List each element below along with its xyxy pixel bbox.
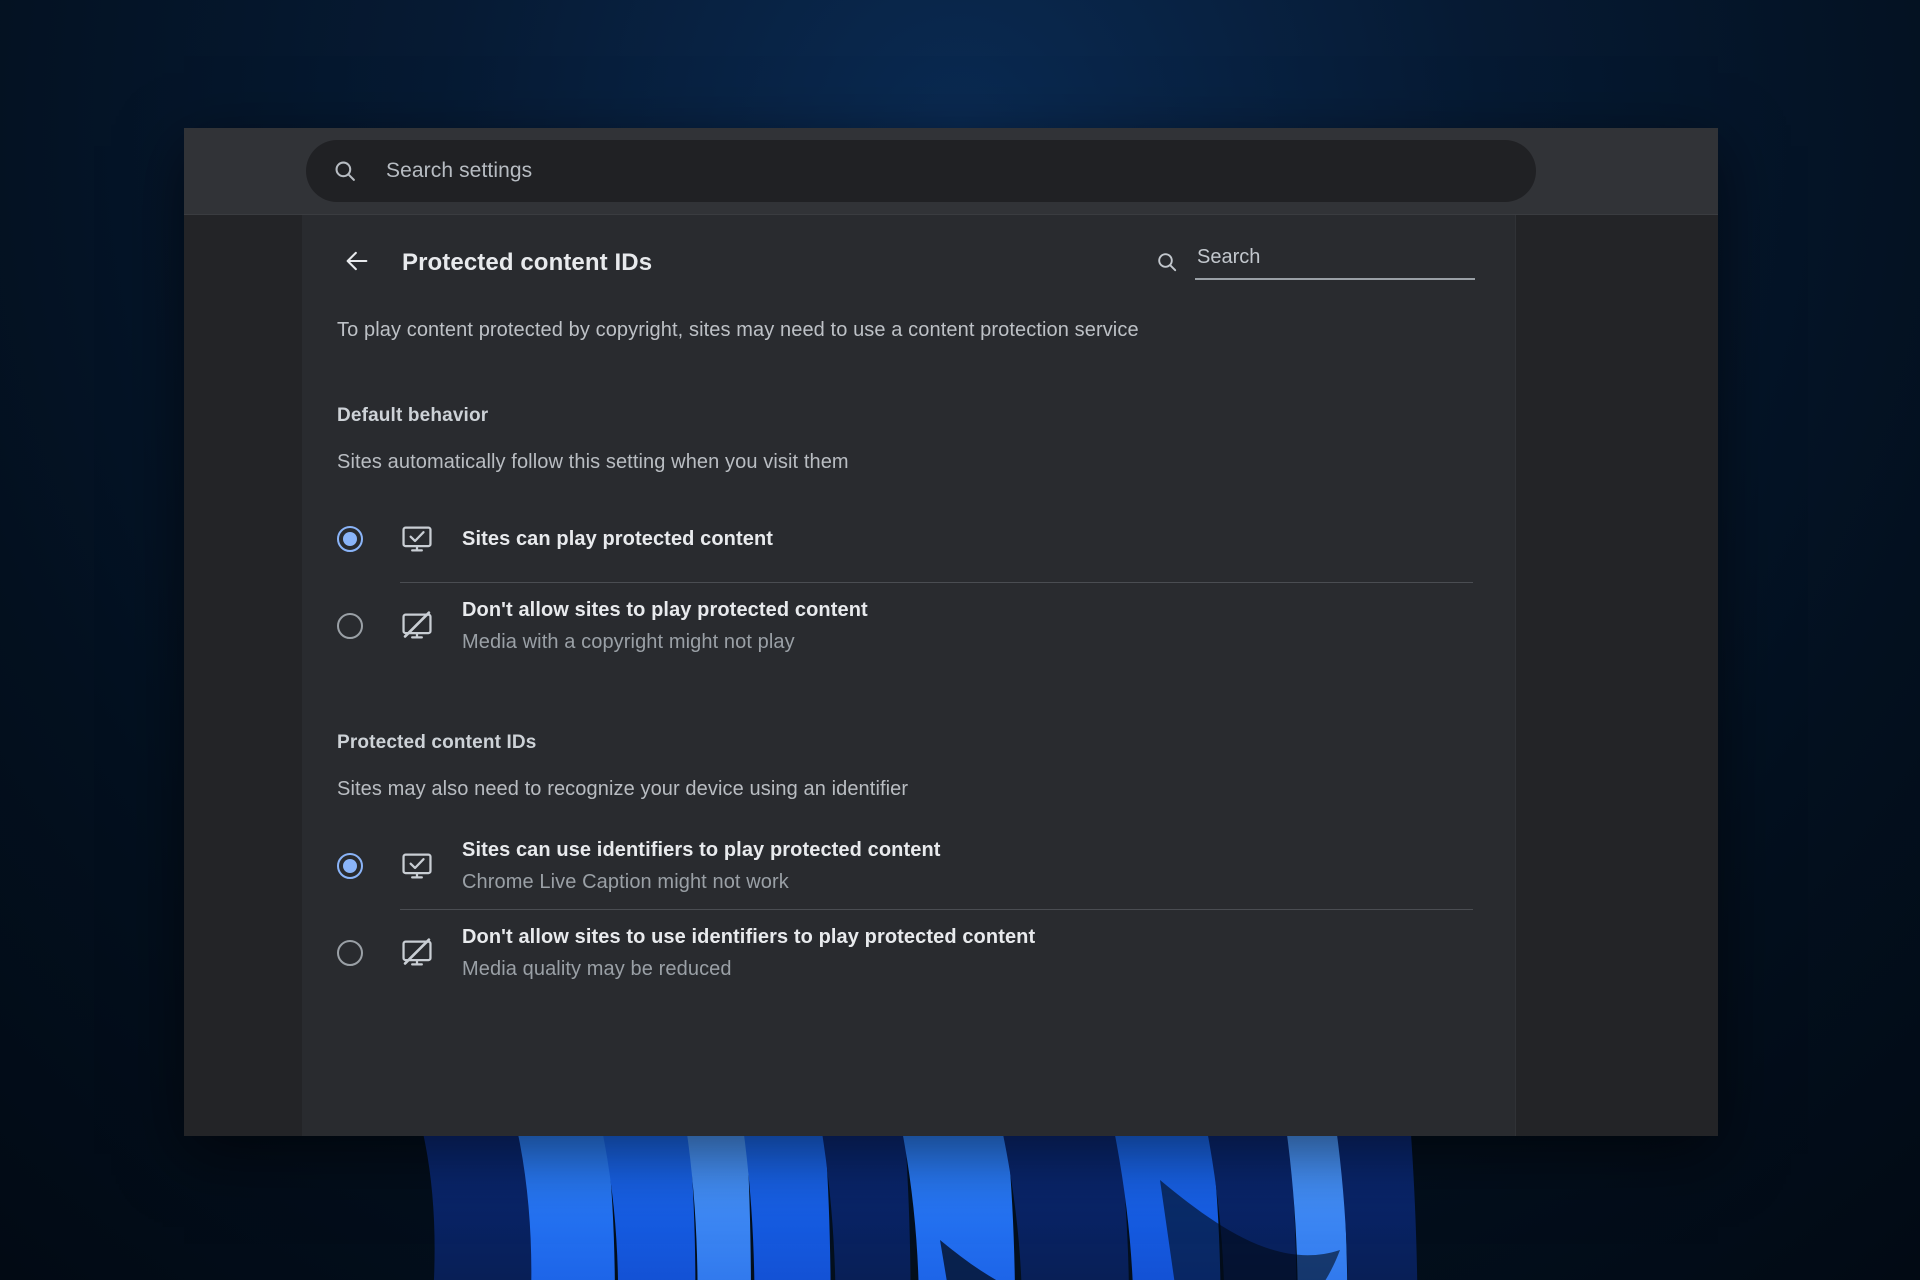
radio-text: Don't allow sites to use identifiers to …	[462, 926, 1473, 981]
radio-label: Sites can use identifiers to play protec…	[462, 838, 941, 861]
settings-search-placeholder: Search settings	[386, 159, 533, 182]
section-subtitle-default-behavior: Sites automatically follow this setting …	[337, 451, 849, 473]
search-icon	[332, 158, 358, 184]
radio-indicator-unselected[interactable]	[337, 613, 363, 639]
radio-indicator-selected[interactable]	[337, 853, 363, 879]
content-inner: To play content protected by copyright, …	[302, 319, 1515, 996]
settings-content-card: Protected content IDs To play content pr…	[302, 215, 1515, 1136]
wallpaper-bloom-graphic	[300, 1120, 1500, 1280]
radio-sublabel: Media quality may be reduced	[462, 957, 732, 980]
page-title: Protected content IDs	[402, 249, 653, 276]
monitor-off-icon	[400, 609, 434, 643]
page-intro-text: To play content protected by copyright, …	[337, 319, 1139, 341]
monitor-check-icon	[400, 522, 434, 556]
sidebar-rail	[184, 215, 302, 1136]
section-heading-default-behavior: Default behavior	[337, 405, 489, 426]
radio-group-default-behavior: Sites can play protected content Don't a…	[337, 496, 1473, 669]
radio-indicator-selected[interactable]	[337, 526, 363, 552]
settings-body: Protected content IDs To play content pr…	[184, 215, 1718, 1136]
radio-option-dont-allow-identifiers[interactable]: Don't allow sites to use identifiers to …	[337, 910, 1473, 996]
page-header: Protected content IDs	[302, 215, 1515, 311]
radio-text: Don't allow sites to play protected cont…	[462, 599, 1473, 654]
back-button[interactable]	[337, 243, 377, 283]
radio-label: Don't allow sites to play protected cont…	[462, 598, 868, 621]
right-rail	[1515, 215, 1718, 1136]
radio-group-protected-content-ids: Sites can use identifiers to play protec…	[337, 823, 1473, 996]
radio-text: Sites can use identifiers to play protec…	[462, 839, 1473, 894]
radio-sublabel: Media with a copyright might not play	[462, 630, 795, 653]
settings-toolbar: Search settings	[184, 128, 1718, 215]
desktop: Search settings Protected content IDs Se…	[0, 0, 1920, 1280]
settings-window: Search settings Protected content IDs Se…	[184, 128, 1718, 1136]
radio-text: Sites can play protected content	[462, 528, 1473, 551]
radio-option-sites-can-play[interactable]: Sites can play protected content	[337, 496, 1473, 582]
radio-label: Don't allow sites to use identifiers to …	[462, 925, 1036, 948]
section-subtitle-protected-content-ids: Sites may also need to recognize your de…	[337, 778, 909, 800]
inline-search	[1155, 246, 1475, 280]
search-icon	[1155, 250, 1179, 280]
radio-option-dont-allow-play[interactable]: Don't allow sites to play protected cont…	[337, 583, 1473, 669]
radio-sublabel: Chrome Live Caption might not work	[462, 870, 789, 893]
monitor-check-icon	[400, 849, 434, 883]
radio-indicator-unselected[interactable]	[337, 940, 363, 966]
arrow-left-icon	[343, 247, 371, 280]
settings-search-box[interactable]: Search settings	[306, 140, 1536, 202]
radio-label: Sites can play protected content	[462, 527, 774, 550]
radio-option-sites-can-use-identifiers[interactable]: Sites can use identifiers to play protec…	[337, 823, 1473, 909]
monitor-off-icon	[400, 936, 434, 970]
inline-search-input[interactable]	[1195, 246, 1475, 280]
section-heading-protected-content-ids: Protected content IDs	[337, 732, 537, 753]
